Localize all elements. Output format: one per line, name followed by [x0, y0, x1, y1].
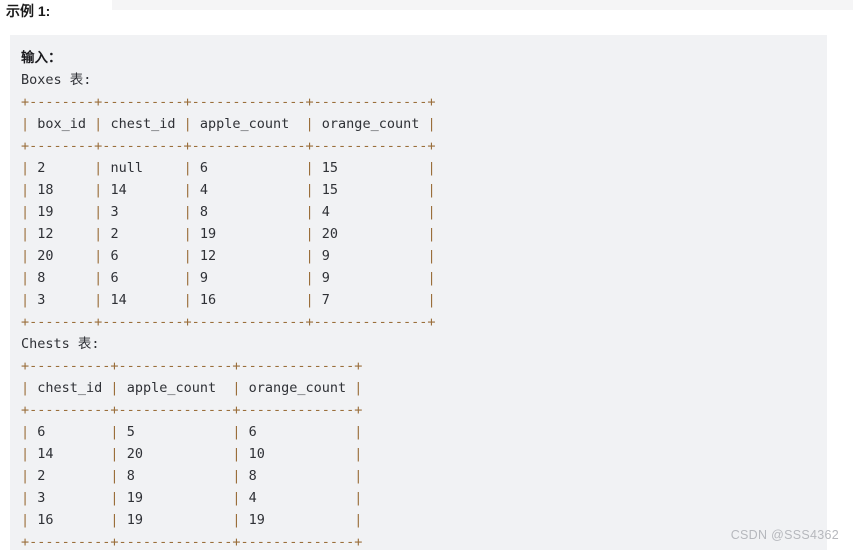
boxes-ascii-table: +--------+----------+--------------+----…	[21, 91, 827, 333]
table-border-top: +--------+----------+--------------+----…	[21, 94, 436, 110]
chests-table-caption: Chests 表:	[21, 336, 100, 352]
table-border-bottom: +----------+--------------+-------------…	[21, 534, 363, 550]
table-row: | 18 | 14 | 4 | 15 |	[21, 182, 436, 198]
table-row: | 19 | 3 | 8 | 4 |	[21, 204, 436, 220]
table-row: | 3 | 14 | 16 | 7 |	[21, 292, 436, 308]
table-border-mid: +----------+--------------+-------------…	[21, 402, 363, 418]
table-row: | 2 | null | 6 | 15 |	[21, 160, 436, 176]
table-border-bottom: +--------+----------+--------------+----…	[21, 314, 436, 330]
table-row: | 14 | 20 | 10 |	[21, 446, 363, 462]
table-header-row: | chest_id | apple_count | orange_count …	[21, 380, 363, 396]
table-row: | 12 | 2 | 19 | 20 |	[21, 226, 436, 242]
chests-ascii-table: +----------+--------------+-------------…	[21, 355, 827, 550]
boxes-table-caption: Boxes 表:	[21, 72, 92, 88]
input-label: 输入：	[21, 50, 62, 66]
top-page-strip	[112, 0, 853, 10]
example-code-block: 输入： Boxes 表: +--------+----------+------…	[10, 35, 827, 550]
table-row: | 2 | 8 | 8 |	[21, 468, 363, 484]
table-row: | 3 | 19 | 4 |	[21, 490, 363, 506]
table-row: | 6 | 5 | 6 |	[21, 424, 363, 440]
table-border-top: +----------+--------------+-------------…	[21, 358, 363, 374]
table-row: | 16 | 19 | 19 |	[21, 512, 363, 528]
watermark: CSDN @SSS4362	[730, 528, 839, 542]
table-row: | 8 | 6 | 9 | 9 |	[21, 270, 436, 286]
table-row: | 20 | 6 | 12 | 9 |	[21, 248, 436, 264]
table-border-mid: +--------+----------+--------------+----…	[21, 138, 436, 154]
page-title: 示例 1:	[6, 3, 51, 19]
table-header-row: | box_id | chest_id | apple_count | oran…	[21, 116, 436, 132]
